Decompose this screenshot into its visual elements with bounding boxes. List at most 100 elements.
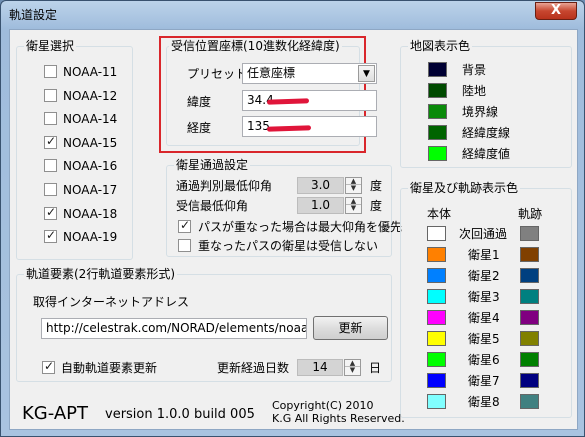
satellite-checkbox[interactable] bbox=[44, 183, 57, 196]
body-color-swatch[interactable] bbox=[427, 394, 446, 409]
track-color-swatch[interactable] bbox=[520, 247, 539, 262]
track-color-swatch[interactable] bbox=[520, 289, 539, 304]
map-color-swatch[interactable] bbox=[428, 83, 447, 98]
satellite-checkbox[interactable] bbox=[44, 205, 57, 220]
track-color-swatch[interactable] bbox=[520, 226, 539, 241]
chevron-down-icon[interactable]: ▼ bbox=[358, 65, 375, 82]
map-color-swatch[interactable] bbox=[428, 146, 447, 161]
sat-color-label: 衛星7 bbox=[468, 374, 500, 388]
sat-colors-title: 衛星及び軌跡表示色 bbox=[408, 181, 521, 195]
overlap-priority-checkbox[interactable] bbox=[178, 218, 191, 233]
track-color-swatch[interactable] bbox=[520, 352, 539, 367]
internet-address-label: 取得インターネットアドレス bbox=[33, 295, 190, 309]
overlap-skip-label: 重なったパスの衛星は受信しない bbox=[198, 239, 379, 253]
app-version: version 1.0.0 build 005 bbox=[105, 407, 255, 422]
satellite-label: NOAA-11 bbox=[63, 65, 118, 79]
sat-color-label: 衛星1 bbox=[468, 248, 500, 262]
dialog-body: 衛星選択 NOAA-11 NOAA-12 NOAA-14 NOAA-15 NOAA-16… bbox=[9, 29, 578, 430]
orbital-elements-title: 軌道要素(2行軌道要素形式) bbox=[24, 267, 177, 281]
day-unit: 日 bbox=[369, 361, 382, 375]
sat-color-label: 衛星8 bbox=[468, 395, 500, 409]
sat-color-label: 衛星4 bbox=[468, 311, 500, 325]
copyright-text: Copyright(C) 2010 bbox=[272, 399, 374, 412]
orbital-elements-group: 軌道要素(2行軌道要素形式) 取得インターネットアドレス http://cele… bbox=[16, 267, 392, 382]
body-color-swatch[interactable] bbox=[427, 373, 446, 388]
url-value: http://celestrak.com/NORAD/elements/noaa… bbox=[46, 321, 307, 335]
map-colors-group: 地図表示色 背景 陸地 境界線 経緯度線 経緯度値 bbox=[400, 39, 572, 168]
close-button[interactable]: X bbox=[535, 2, 577, 20]
preset-select[interactable]: 任意座標 ▼ bbox=[242, 63, 377, 84]
min-elev-judge-spinner[interactable]: ▲ ▼ bbox=[345, 177, 362, 194]
body-column-header: 本体 bbox=[427, 207, 452, 221]
settings-window: 軌道設定 X 衛星選択 NOAA-11 NOAA-12 NOAA-14 NOAA-15… bbox=[0, 0, 585, 437]
satellite-label: NOAA-15 bbox=[63, 135, 118, 150]
title-bar[interactable]: 軌道設定 X bbox=[1, 1, 584, 27]
window-title: 軌道設定 bbox=[9, 8, 58, 22]
satellite-checkbox[interactable] bbox=[44, 134, 57, 149]
update-interval-spinner[interactable]: ▲ ▼ bbox=[344, 359, 361, 376]
latitude-label: 緯度 bbox=[187, 95, 212, 109]
map-color-label: 背景 bbox=[462, 63, 487, 77]
body-color-swatch[interactable] bbox=[427, 331, 446, 346]
sat-color-label: 衛星3 bbox=[468, 290, 500, 304]
sat-color-label: 次回通過 bbox=[459, 227, 508, 241]
satellite-checkbox[interactable] bbox=[44, 228, 57, 244]
track-color-swatch[interactable] bbox=[520, 394, 539, 409]
sat-colors-group: 衛星及び軌跡表示色 本体 軌跡 次回通過衛星1 衛星2 衛星3 衛星4 衛星5 衛星6 衛星… bbox=[400, 181, 572, 418]
map-color-label: 境界線 bbox=[462, 105, 499, 119]
receive-position-title: 受信位置座標(10進数化経緯度) bbox=[169, 39, 342, 53]
rights-text: K.G All Rights Reserved. bbox=[272, 412, 405, 425]
sat-color-label: 衛星2 bbox=[468, 269, 500, 283]
map-color-swatch[interactable] bbox=[428, 104, 447, 119]
satellite-label: NOAA-12 bbox=[63, 88, 118, 103]
satellite-label: NOAA-16 bbox=[63, 159, 118, 174]
min-elev-receive-input[interactable]: 1.0 bbox=[297, 197, 344, 214]
min-elev-judge-input[interactable]: 3.0 bbox=[297, 177, 344, 194]
min-elev-judge-label: 通過判別最低仰角 bbox=[176, 179, 273, 193]
map-color-swatch[interactable] bbox=[428, 62, 447, 77]
track-color-swatch[interactable] bbox=[520, 373, 539, 388]
track-color-swatch[interactable] bbox=[520, 268, 539, 283]
satellite-label: NOAA-19 bbox=[63, 230, 118, 245]
sat-color-label: 衛星6 bbox=[468, 353, 500, 367]
degree-unit: 度 bbox=[370, 179, 383, 193]
body-color-swatch[interactable] bbox=[427, 289, 446, 304]
auto-update-checkbox[interactable] bbox=[42, 359, 55, 374]
latitude-input[interactable]: 34.4 bbox=[242, 90, 377, 111]
satellite-label: NOAA-18 bbox=[63, 206, 118, 221]
app-name: KG-APT bbox=[22, 403, 89, 424]
track-column-header: 軌跡 bbox=[518, 207, 543, 221]
auto-update-label: 自動軌道要素更新 bbox=[61, 361, 158, 375]
map-color-label: 陸地 bbox=[462, 84, 487, 98]
body-color-swatch[interactable] bbox=[427, 268, 446, 283]
map-color-swatch[interactable] bbox=[428, 125, 447, 140]
satellite-select-title: 衛星選択 bbox=[24, 39, 77, 53]
body-color-swatch[interactable] bbox=[427, 352, 446, 367]
satellite-label: NOAA-14 bbox=[63, 112, 118, 127]
degree-unit: 度 bbox=[370, 199, 383, 213]
overlap-skip-checkbox[interactable] bbox=[178, 239, 191, 252]
body-color-swatch[interactable] bbox=[427, 310, 446, 325]
pass-settings-group: 衛星通過設定 通過判別最低仰角 3.0 ▲ ▼ 度 受信最低仰角 1.0 ▲ ▼ 度… bbox=[166, 158, 402, 257]
satellite-label: NOAA-17 bbox=[63, 183, 118, 197]
overlap-priority-label: パスが重なった場合は最大仰角を優先 bbox=[198, 220, 403, 234]
map-color-label: 経緯度線 bbox=[462, 126, 511, 140]
update-button[interactable]: 更新 bbox=[313, 316, 388, 340]
update-interval-label: 更新経過日数 bbox=[217, 361, 290, 375]
body-color-swatch[interactable] bbox=[427, 247, 446, 262]
satellite-checkbox[interactable] bbox=[44, 88, 57, 102]
body-color-swatch[interactable] bbox=[427, 226, 446, 241]
satellite-checkbox[interactable] bbox=[44, 159, 57, 173]
track-color-swatch[interactable] bbox=[520, 310, 539, 325]
satellite-select-group: 衛星選択 NOAA-11 NOAA-12 NOAA-14 NOAA-15 NOAA-16… bbox=[16, 39, 133, 260]
satellite-checkbox[interactable] bbox=[44, 112, 57, 126]
min-elev-receive-label: 受信最低仰角 bbox=[176, 199, 249, 213]
url-input[interactable]: http://celestrak.com/NORAD/elements/noaa… bbox=[41, 318, 307, 339]
track-color-swatch[interactable] bbox=[520, 331, 539, 346]
min-elev-receive-spinner[interactable]: ▲ ▼ bbox=[345, 197, 362, 214]
sat-color-label: 衛星5 bbox=[468, 332, 500, 346]
update-interval-input[interactable]: 14 bbox=[297, 359, 343, 376]
map-colors-title: 地図表示色 bbox=[408, 39, 473, 53]
satellite-checkbox[interactable] bbox=[44, 65, 57, 78]
longitude-label: 経度 bbox=[187, 121, 212, 135]
